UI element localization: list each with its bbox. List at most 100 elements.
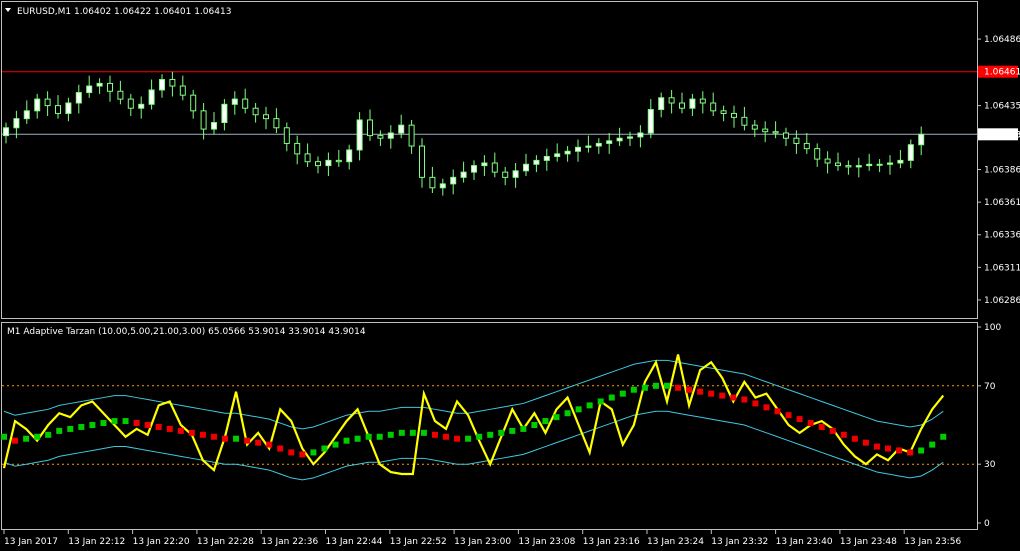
signal-point-up (597, 398, 604, 405)
bear-candle (294, 142, 301, 155)
bear-candle (429, 176, 436, 189)
signal-point-down (752, 400, 759, 407)
bear-candle (273, 118, 280, 129)
bull-candle (159, 79, 165, 91)
indicator-tick-label: 70 (984, 382, 996, 392)
bull-candle (481, 162, 488, 167)
indicator-tick-label: 100 (984, 323, 1001, 333)
bull-candle (221, 103, 228, 124)
bull-candle (387, 132, 394, 139)
signal-point-up (34, 433, 41, 440)
bull-candle (658, 97, 665, 111)
signal-point-down (885, 445, 891, 452)
signal-point-down (774, 408, 781, 415)
signal-point-up (929, 441, 936, 448)
bull-candle (148, 89, 155, 105)
bull-candle (876, 163, 883, 166)
signal-point-up (122, 418, 129, 425)
bull-candle (439, 183, 446, 189)
bull-candle (855, 165, 862, 168)
bear-candle (751, 124, 758, 130)
bull-candle (585, 145, 592, 148)
main-chart-panel[interactable]: 1.06486 1.06461 1.06435 1.06413 1.06386 1.063… (0, 0, 1020, 551)
bear-candle (179, 85, 186, 96)
time-tick-label: 13 Jan 22:28 (197, 537, 254, 547)
time-tick-label: 13 Jan 22:44 (326, 537, 383, 547)
bear-candle (835, 162, 841, 167)
signal-point-up (23, 435, 30, 442)
bull-candle (356, 119, 363, 151)
signal-point-up (940, 433, 947, 440)
signal-point-up (531, 422, 538, 428)
price-tick-label: 1.06336 (984, 231, 1020, 241)
bull-candle (918, 133, 925, 146)
indicator-tick-label: 0 (984, 519, 990, 529)
bear-candle (107, 82, 113, 92)
bear-candle (55, 105, 61, 114)
bear-candle (127, 98, 134, 109)
bull-candle (346, 149, 353, 163)
signal-point-down (443, 433, 449, 440)
bull-candle (689, 98, 696, 109)
signal-point-up (487, 431, 494, 438)
signal-point-up (321, 445, 328, 452)
signal-point-down (763, 404, 770, 411)
signal-point-up (343, 437, 350, 444)
signal-point-up (354, 435, 361, 442)
signal-point-down (255, 439, 262, 446)
bear-candle (772, 131, 779, 134)
signal-point-down (288, 449, 295, 456)
bear-candle (367, 119, 373, 137)
bull-candle (575, 146, 581, 152)
signal-point-up (365, 433, 372, 440)
indicator-header: M1 Adaptive Tarzan (10.00,5.00,21.00,3.0… (7, 327, 366, 337)
bear-candle (793, 137, 800, 144)
signal-point-down (796, 416, 803, 423)
signal-point-down (862, 439, 869, 446)
red-level-price-label: 1.06461 (984, 68, 1020, 78)
main-chart-header: EURUSD,M1 1.06402 1.06422 1.06401 1.0641… (17, 7, 231, 17)
signal-point-up (476, 433, 483, 440)
bear-candle (720, 110, 727, 114)
current-price-label: 1.06413 (984, 130, 1020, 140)
bull-candle (543, 155, 550, 161)
bull-candle (450, 176, 457, 185)
bear-candle (741, 116, 748, 126)
signal-point-up (100, 420, 107, 427)
signal-point-up (56, 427, 63, 434)
bear-candle (169, 79, 176, 87)
bear-candle (814, 148, 821, 160)
signal-point-up (564, 410, 571, 417)
bear-candle (263, 114, 269, 120)
signal-point-up (1, 433, 7, 440)
signal-point-down (266, 441, 273, 448)
signal-point-up (918, 447, 925, 454)
main-frame (1, 1, 978, 319)
bear-candle (783, 132, 789, 139)
signal-point-up (67, 425, 74, 432)
rsi-line (2, 354, 945, 476)
signal-point-down (210, 433, 217, 440)
signal-point-down (454, 435, 461, 442)
signal-point-up (608, 394, 615, 401)
time-tick-label: 13 Jan 23:40 (776, 537, 833, 547)
bear-candle (419, 145, 425, 178)
time-tick-label: 13 Jan 23:24 (647, 537, 704, 547)
signal-point-up (509, 427, 516, 434)
signal-point-up (630, 386, 637, 393)
signal-point-down (675, 384, 682, 391)
signal-point-down (697, 388, 704, 395)
bull-candle (3, 127, 9, 137)
signal-point-down (222, 435, 228, 442)
bull-candle (96, 82, 103, 87)
time-tick-label: 13 Jan 23:32 (711, 537, 768, 547)
indicator-tick-label: 30 (984, 460, 996, 470)
signal-point-down (840, 431, 847, 438)
time-tick-label: 13 Jan 23:56 (904, 537, 961, 547)
time-tick-label: 13 Jan 22:20 (133, 537, 190, 547)
bull-candle (554, 153, 561, 157)
signal-point-up (542, 418, 549, 425)
signal-point-down (244, 437, 251, 444)
bear-candle (679, 102, 685, 109)
time-tick-label: 13 Jan 22:52 (390, 537, 447, 547)
